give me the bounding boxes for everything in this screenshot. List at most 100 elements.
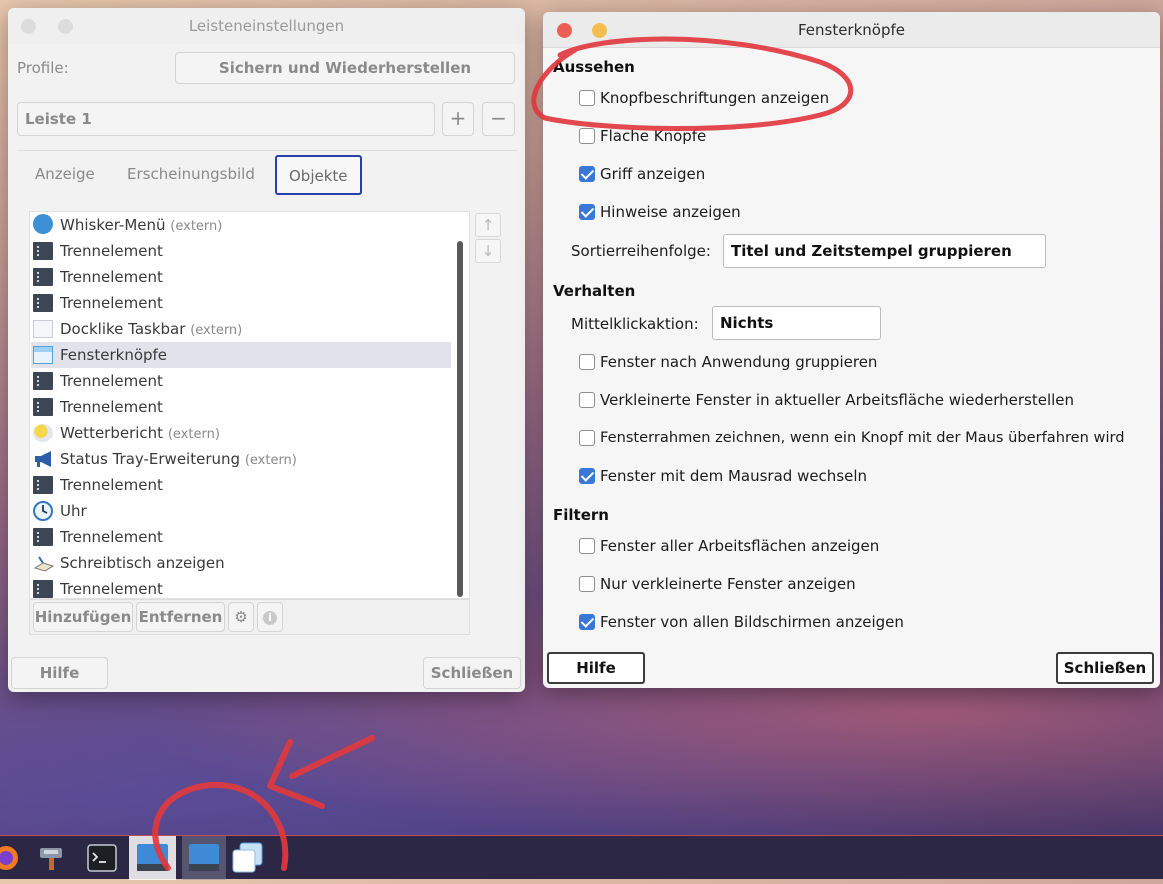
middle-click-select[interactable]: Nichts xyxy=(712,306,881,340)
list-item[interactable]: Trennelement xyxy=(31,524,451,550)
item-label: Whisker-Menü xyxy=(60,216,166,234)
panel-preferences-window: Leisteneinstellungen Profile: Sichern un… xyxy=(8,8,525,692)
info-icon[interactable]: i xyxy=(257,602,283,632)
option-label: Fensterrahmen zeichnen, wenn ein Knopf m… xyxy=(600,429,1125,446)
move-down-button[interactable]: ↓ xyxy=(475,239,501,263)
list-item[interactable]: Trennelement xyxy=(31,238,451,264)
move-up-button[interactable]: ↑ xyxy=(475,213,501,237)
checkbox[interactable] xyxy=(579,430,595,446)
close-button[interactable]: Schließen xyxy=(1056,652,1154,684)
window-buttons-icon xyxy=(33,346,53,364)
section-filter: Filtern xyxy=(553,506,609,524)
item-label: Trennelement xyxy=(60,294,163,312)
item-label: Trennelement xyxy=(60,268,163,286)
option-label: Fenster mit dem Mausrad wechseln xyxy=(600,467,868,485)
list-item[interactable]: Schreibtisch anzeigen xyxy=(31,550,451,576)
clock-icon xyxy=(33,501,53,521)
item-extra: (extern) xyxy=(170,219,223,234)
megaphone-icon xyxy=(33,450,53,468)
checkbox[interactable] xyxy=(579,128,595,144)
tab-objekte[interactable]: Objekte xyxy=(275,155,362,195)
option-label: Verkleinerte Fenster in aktueller Arbeit… xyxy=(600,391,1075,409)
help-button[interactable]: Hilfe xyxy=(547,652,645,684)
item-label: Schreibtisch anzeigen xyxy=(60,554,225,572)
checkbox-checked[interactable] xyxy=(579,166,595,182)
list-item-selected[interactable]: Fensterknöpfe xyxy=(31,342,451,368)
taskbar-icon xyxy=(33,320,53,338)
panel-items-list[interactable]: Whisker-Menü (extern) Trennelement Trenn… xyxy=(29,211,470,599)
close-button[interactable]: Schließen xyxy=(423,657,521,689)
checkbox[interactable] xyxy=(579,90,595,106)
window-buttons-icon[interactable] xyxy=(228,836,268,880)
option-label: Nur verkleinerte Fenster anzeigen xyxy=(600,575,856,593)
remove-item-button[interactable]: Entfernen xyxy=(136,602,225,632)
minimize-light-icon[interactable] xyxy=(58,19,73,34)
checkbox-checked[interactable] xyxy=(579,614,595,630)
list-item[interactable]: Docklike Taskbar (extern) xyxy=(31,316,451,342)
section-appearance: Aussehen xyxy=(553,58,635,76)
sort-order-select[interactable]: Titel und Zeitstempel gruppieren xyxy=(723,234,1046,268)
panel-settings-icon[interactable] xyxy=(129,836,176,880)
option-label: Griff anzeigen xyxy=(600,165,706,183)
list-toolbar: Hinzufügen Entfernen ⚙ i xyxy=(29,599,470,635)
titlebar[interactable]: Fensterknöpfe xyxy=(543,12,1160,48)
list-item[interactable]: Status Tray-Erweiterung (extern) xyxy=(31,446,451,472)
checkbox[interactable] xyxy=(579,354,595,370)
list-item[interactable]: Trennelement xyxy=(31,472,451,498)
list-item[interactable]: Trennelement xyxy=(31,394,451,420)
tab-erscheinungsbild[interactable]: Erscheinungsbild xyxy=(115,155,267,195)
tab-anzeige[interactable]: Anzeige xyxy=(23,155,107,195)
checkbox[interactable] xyxy=(579,392,595,408)
item-extra: (extern) xyxy=(190,323,243,338)
window-title: Leisteneinstellungen xyxy=(188,17,345,35)
item-label: Trennelement xyxy=(60,528,163,546)
item-label: Docklike Taskbar xyxy=(60,320,186,338)
option-label: Fenster nach Anwendung gruppieren xyxy=(600,353,878,371)
separator-icon xyxy=(33,580,53,598)
tab-bar: Anzeige Erscheinungsbild Objekte xyxy=(17,150,517,200)
help-button[interactable]: Hilfe xyxy=(11,657,108,689)
separator-icon xyxy=(33,372,53,390)
checkbox-checked[interactable] xyxy=(579,204,595,220)
checkbox-checked[interactable] xyxy=(579,468,595,484)
close-light-icon[interactable] xyxy=(557,23,572,38)
panel-settings-icon[interactable] xyxy=(182,836,226,880)
terminal-icon[interactable] xyxy=(82,836,122,880)
list-item[interactable]: Uhr xyxy=(31,498,451,524)
taskbar xyxy=(0,835,1163,880)
list-scrollbar[interactable] xyxy=(457,241,463,597)
list-item[interactable]: Wetterbericht (extern) xyxy=(31,420,451,446)
add-item-button[interactable]: Hinzufügen xyxy=(33,602,133,632)
checkbox[interactable] xyxy=(579,538,595,554)
titlebar[interactable]: Leisteneinstellungen xyxy=(8,8,525,44)
separator-icon xyxy=(33,476,53,494)
gear-icon[interactable]: ⚙ xyxy=(228,602,254,632)
list-item[interactable]: Trennelement xyxy=(31,576,451,598)
panel-select[interactable]: Leiste 1 xyxy=(17,102,435,136)
item-extra: (extern) xyxy=(167,427,220,442)
add-panel-button[interactable]: + xyxy=(442,102,474,136)
settings-manager-icon[interactable] xyxy=(34,836,70,880)
list-item[interactable]: Trennelement xyxy=(31,264,451,290)
option-label: Flache Knöpfe xyxy=(600,127,707,145)
whisker-menu-icon xyxy=(33,214,53,234)
item-label: Wetterbericht xyxy=(60,424,164,442)
firefox-icon[interactable] xyxy=(0,836,22,880)
sort-order-label: Sortierreihenfolge: xyxy=(571,242,711,260)
checkbox[interactable] xyxy=(579,576,595,592)
backup-restore-button[interactable]: Sichern und Wiederherstellen xyxy=(175,52,515,84)
list-item[interactable]: Trennelement xyxy=(31,290,451,316)
item-label: Trennelement xyxy=(60,580,163,598)
list-item[interactable]: Whisker-Menü (extern) xyxy=(31,212,451,238)
remove-panel-button[interactable]: − xyxy=(482,102,515,136)
separator-icon xyxy=(33,528,53,546)
profile-label: Profile: xyxy=(17,59,69,77)
list-item[interactable]: Trennelement xyxy=(31,368,451,394)
window-title: Fensterknöpfe xyxy=(797,21,906,39)
item-label: Trennelement xyxy=(60,398,163,416)
window-buttons-settings-window: Fensterknöpfe Aussehen Knopfbeschriftung… xyxy=(543,12,1160,688)
item-label: Uhr xyxy=(60,502,87,520)
middle-click-label: Mittelklickaktion: xyxy=(571,315,699,333)
close-light-icon[interactable] xyxy=(21,19,36,34)
minimize-light-icon[interactable] xyxy=(592,23,607,38)
